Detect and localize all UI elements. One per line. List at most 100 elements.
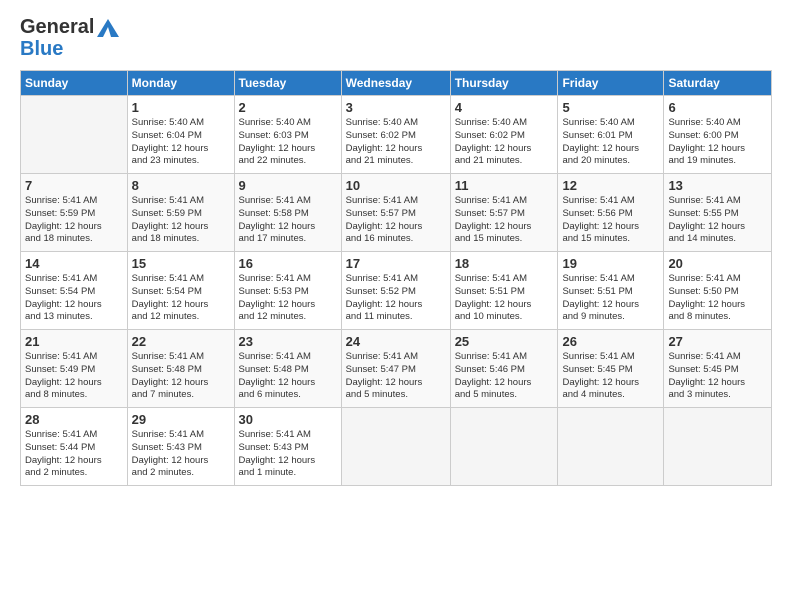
calendar-table: SundayMondayTuesdayWednesdayThursdayFrid… xyxy=(20,70,772,486)
day-info: Sunrise: 5:41 AM Sunset: 5:46 PM Dayligh… xyxy=(455,351,554,402)
header: General Blue xyxy=(20,16,772,60)
day-info: Sunrise: 5:41 AM Sunset: 5:43 PM Dayligh… xyxy=(239,429,337,480)
header-cell-tuesday: Tuesday xyxy=(234,71,341,96)
day-number: 18 xyxy=(455,256,554,271)
week-row-5: 28 Sunrise: 5:41 AM Sunset: 5:44 PM Dayli… xyxy=(21,408,772,486)
day-number: 10 xyxy=(346,178,446,193)
week-row-2: 7Sunrise: 5:41 AM Sunset: 5:59 PM Daylig… xyxy=(21,174,772,252)
day-info: Sunrise: 5:41 AM Sunset: 5:49 PM Dayligh… xyxy=(25,351,123,402)
day-info: Sunrise: 5:40 AM Sunset: 6:00 PM Dayligh… xyxy=(668,117,767,168)
day-number: 28 xyxy=(25,412,123,427)
calendar-cell: 17 Sunrise: 5:41 AM Sunset: 5:52 PM Dayli… xyxy=(341,252,450,330)
day-number: 25 xyxy=(455,334,554,349)
calendar-cell: 19 Sunrise: 5:41 AM Sunset: 5:51 PM Dayli… xyxy=(558,252,664,330)
day-info: Sunrise: 5:41 AM Sunset: 5:54 PM Dayligh… xyxy=(25,273,123,324)
day-info: Sunrise: 5:40 AM Sunset: 6:01 PM Dayligh… xyxy=(562,117,659,168)
day-number: 2 xyxy=(239,100,337,115)
day-number: 5 xyxy=(562,100,659,115)
day-number: 19 xyxy=(562,256,659,271)
calendar-cell: 23 Sunrise: 5:41 AM Sunset: 5:48 PM Dayli… xyxy=(234,330,341,408)
day-info: Sunrise: 5:41 AM Sunset: 5:58 PM Dayligh… xyxy=(239,195,337,246)
day-info: Sunrise: 5:41 AM Sunset: 5:43 PM Dayligh… xyxy=(132,429,230,480)
day-number: 16 xyxy=(239,256,337,271)
day-info: Sunrise: 5:41 AM Sunset: 5:45 PM Dayligh… xyxy=(562,351,659,402)
day-number: 13 xyxy=(668,178,767,193)
calendar-cell: 18 Sunrise: 5:41 AM Sunset: 5:51 PM Dayli… xyxy=(450,252,558,330)
day-info: Sunrise: 5:41 AM Sunset: 5:55 PM Dayligh… xyxy=(668,195,767,246)
day-number: 4 xyxy=(455,100,554,115)
day-number: 15 xyxy=(132,256,230,271)
day-info: Sunrise: 5:41 AM Sunset: 5:51 PM Dayligh… xyxy=(455,273,554,324)
day-number: 29 xyxy=(132,412,230,427)
calendar-cell: 11 Sunrise: 5:41 AM Sunset: 5:57 PM Dayli… xyxy=(450,174,558,252)
day-number: 17 xyxy=(346,256,446,271)
calendar-cell: 10 Sunrise: 5:41 AM Sunset: 5:57 PM Dayli… xyxy=(341,174,450,252)
logo-icon xyxy=(97,19,119,37)
calendar-cell: 13 Sunrise: 5:41 AM Sunset: 5:55 PM Dayli… xyxy=(664,174,772,252)
calendar-cell: 7Sunrise: 5:41 AM Sunset: 5:59 PM Daylig… xyxy=(21,174,128,252)
calendar-cell: 5 Sunrise: 5:40 AM Sunset: 6:01 PM Daylig… xyxy=(558,96,664,174)
header-row: SundayMondayTuesdayWednesdayThursdayFrid… xyxy=(21,71,772,96)
day-number: 20 xyxy=(668,256,767,271)
calendar-cell: 28 Sunrise: 5:41 AM Sunset: 5:44 PM Dayli… xyxy=(21,408,128,486)
calendar-cell: 9 Sunrise: 5:41 AM Sunset: 5:58 PM Daylig… xyxy=(234,174,341,252)
calendar-cell xyxy=(664,408,772,486)
calendar-cell: 30 Sunrise: 5:41 AM Sunset: 5:43 PM Dayli… xyxy=(234,408,341,486)
calendar-cell: 4Sunrise: 5:40 AM Sunset: 6:02 PM Daylig… xyxy=(450,96,558,174)
calendar-cell xyxy=(21,96,128,174)
calendar-cell: 27 Sunrise: 5:41 AM Sunset: 5:45 PM Dayli… xyxy=(664,330,772,408)
day-info: Sunrise: 5:41 AM Sunset: 5:53 PM Dayligh… xyxy=(239,273,337,324)
day-info: Sunrise: 5:41 AM Sunset: 5:44 PM Dayligh… xyxy=(25,429,123,480)
calendar-cell: 8Sunrise: 5:41 AM Sunset: 5:59 PM Daylig… xyxy=(127,174,234,252)
calendar-cell xyxy=(450,408,558,486)
calendar-cell xyxy=(341,408,450,486)
day-info: Sunrise: 5:41 AM Sunset: 5:52 PM Dayligh… xyxy=(346,273,446,324)
day-number: 9 xyxy=(239,178,337,193)
day-number: 12 xyxy=(562,178,659,193)
day-info: Sunrise: 5:40 AM Sunset: 6:04 PM Dayligh… xyxy=(132,117,230,168)
header-cell-monday: Monday xyxy=(127,71,234,96)
day-number: 8 xyxy=(132,178,230,193)
calendar-cell: 20 Sunrise: 5:41 AM Sunset: 5:50 PM Dayli… xyxy=(664,252,772,330)
day-number: 22 xyxy=(132,334,230,349)
calendar-cell: 25 Sunrise: 5:41 AM Sunset: 5:46 PM Dayli… xyxy=(450,330,558,408)
day-info: Sunrise: 5:41 AM Sunset: 5:57 PM Dayligh… xyxy=(346,195,446,246)
logo: General Blue xyxy=(20,16,119,60)
calendar-cell: 16 Sunrise: 5:41 AM Sunset: 5:53 PM Dayli… xyxy=(234,252,341,330)
day-info: Sunrise: 5:41 AM Sunset: 5:50 PM Dayligh… xyxy=(668,273,767,324)
calendar-cell xyxy=(558,408,664,486)
header-cell-thursday: Thursday xyxy=(450,71,558,96)
calendar-cell: 29 Sunrise: 5:41 AM Sunset: 5:43 PM Dayli… xyxy=(127,408,234,486)
day-info: Sunrise: 5:41 AM Sunset: 5:47 PM Dayligh… xyxy=(346,351,446,402)
day-number: 11 xyxy=(455,178,554,193)
day-info: Sunrise: 5:41 AM Sunset: 5:51 PM Dayligh… xyxy=(562,273,659,324)
day-info: Sunrise: 5:41 AM Sunset: 5:57 PM Dayligh… xyxy=(455,195,554,246)
day-number: 14 xyxy=(25,256,123,271)
day-info: Sunrise: 5:41 AM Sunset: 5:45 PM Dayligh… xyxy=(668,351,767,402)
header-cell-friday: Friday xyxy=(558,71,664,96)
header-cell-wednesday: Wednesday xyxy=(341,71,450,96)
calendar-cell: 2 Sunrise: 5:40 AM Sunset: 6:03 PM Daylig… xyxy=(234,96,341,174)
day-number: 30 xyxy=(239,412,337,427)
day-number: 3 xyxy=(346,100,446,115)
day-number: 21 xyxy=(25,334,123,349)
calendar-cell: 12Sunrise: 5:41 AM Sunset: 5:56 PM Dayli… xyxy=(558,174,664,252)
calendar-cell: 1Sunrise: 5:40 AM Sunset: 6:04 PM Daylig… xyxy=(127,96,234,174)
logo-blue: Blue xyxy=(20,38,119,60)
header-cell-saturday: Saturday xyxy=(664,71,772,96)
calendar-cell: 21 Sunrise: 5:41 AM Sunset: 5:49 PM Dayli… xyxy=(21,330,128,408)
day-info: Sunrise: 5:41 AM Sunset: 5:48 PM Dayligh… xyxy=(239,351,337,402)
day-info: Sunrise: 5:41 AM Sunset: 5:54 PM Dayligh… xyxy=(132,273,230,324)
day-number: 7 xyxy=(25,178,123,193)
day-number: 23 xyxy=(239,334,337,349)
calendar-cell: 26Sunrise: 5:41 AM Sunset: 5:45 PM Dayli… xyxy=(558,330,664,408)
calendar-cell: 6Sunrise: 5:40 AM Sunset: 6:00 PM Daylig… xyxy=(664,96,772,174)
day-number: 24 xyxy=(346,334,446,349)
day-info: Sunrise: 5:40 AM Sunset: 6:02 PM Dayligh… xyxy=(346,117,446,168)
day-info: Sunrise: 5:41 AM Sunset: 5:48 PM Dayligh… xyxy=(132,351,230,402)
calendar-cell: 15 Sunrise: 5:41 AM Sunset: 5:54 PM Dayli… xyxy=(127,252,234,330)
day-number: 27 xyxy=(668,334,767,349)
page: General Blue SundayMondayTuesdayWednesda… xyxy=(0,0,792,612)
logo-general: General xyxy=(20,16,119,38)
day-info: Sunrise: 5:40 AM Sunset: 6:03 PM Dayligh… xyxy=(239,117,337,168)
